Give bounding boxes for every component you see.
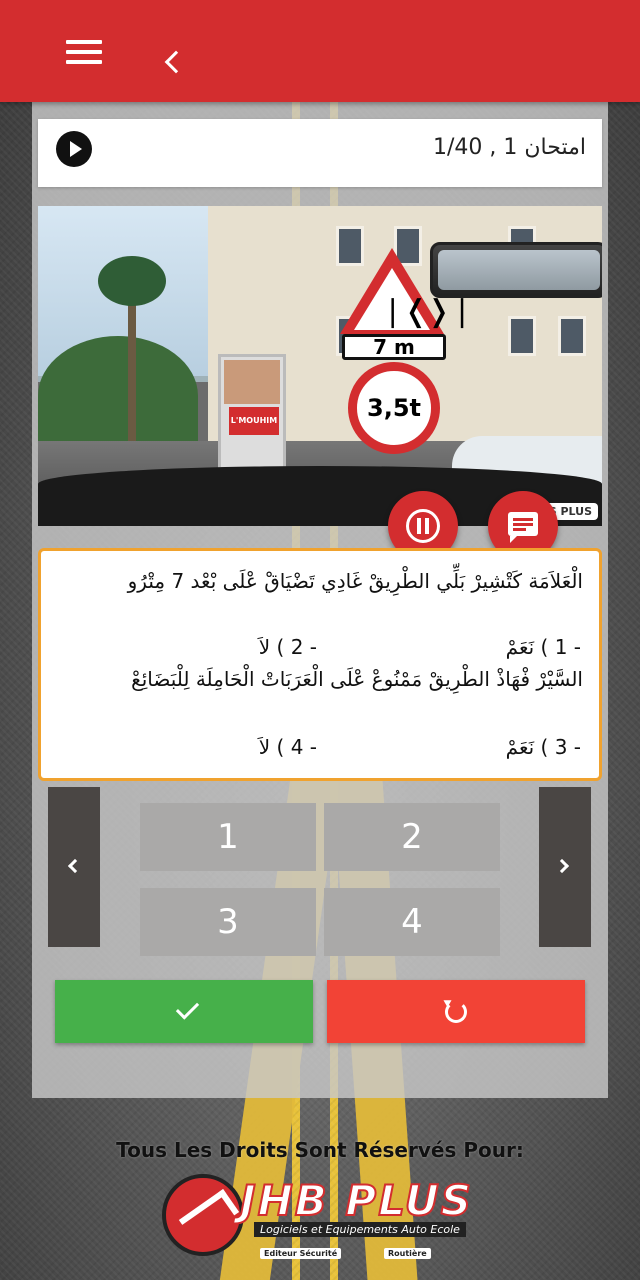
exam-header: امتحان 1 , 1/40 xyxy=(38,119,602,187)
logo-tag-left: Editeur Sécurité xyxy=(260,1248,342,1259)
logo-tag-right: Routière xyxy=(384,1248,431,1259)
question-statement-1: الْعَلاَمَة كَتْشِيرْ بَلِّي الطْرِيقْ غ… xyxy=(127,569,583,593)
chevron-left-icon[interactable] xyxy=(164,50,188,74)
rearview-mirror xyxy=(430,242,602,298)
billboard-text: L'MOUHIM xyxy=(229,407,279,435)
photo-palm-tree xyxy=(98,256,166,446)
photo-trees xyxy=(38,336,198,456)
building-window xyxy=(558,316,586,356)
reset-button[interactable] xyxy=(327,980,585,1043)
answer-option-1: - 1 ) نَعَمْ xyxy=(505,635,581,659)
building-window xyxy=(508,316,536,356)
chevron-left-icon xyxy=(67,858,83,874)
question-statement-2: السَّيْرْ فْهَاذْ الطْرِيقْ مَمْنُوعْ عْ… xyxy=(131,667,583,691)
answer-button-1[interactable]: 1 xyxy=(140,803,316,871)
question-box: الْعَلاَمَة كَتْشِيرْ بَلِّي الطْرِيقْ غ… xyxy=(38,548,602,781)
question-photo: L'MOUHIM ❘❬❭❘ 7 m 3,5t CODES PLUS xyxy=(38,206,602,526)
logo-brand-name: JHB PLUS xyxy=(239,1175,474,1226)
jhb-plus-logo: JHB PLUS Logiciels et Equipements Auto E… xyxy=(162,1172,478,1272)
copyright-text: Tous Les Droits Sont Réservés Pour: xyxy=(116,1138,524,1162)
confirm-button[interactable] xyxy=(55,980,313,1043)
answer-option-2: - 2 ) لاَ xyxy=(258,635,317,659)
exam-title: امتحان 1 , 1/40 xyxy=(433,135,586,160)
logo-road-icon xyxy=(162,1174,244,1256)
weight-limit-sign: 3,5t xyxy=(348,362,440,454)
logo-subtitle: Logiciels et Equipements Auto Ecole xyxy=(254,1222,466,1237)
next-question-button[interactable] xyxy=(539,787,591,947)
road-narrows-symbol: ❘❬❭❘ xyxy=(380,294,475,329)
photo-billboard: L'MOUHIM xyxy=(218,354,286,470)
play-circle-icon[interactable] xyxy=(56,131,92,167)
chat-message-icon xyxy=(508,512,538,543)
pause-bar xyxy=(425,518,429,534)
hamburger-menu-icon[interactable] xyxy=(66,40,102,66)
distance-plate: 7 m xyxy=(342,334,446,360)
answer-option-3: - 3 ) نَعَمْ xyxy=(505,735,581,759)
pause-circle-icon xyxy=(417,518,421,534)
billboard-image xyxy=(224,360,280,404)
previous-question-button[interactable] xyxy=(48,787,100,947)
answer-option-4: - 4 ) لاَ xyxy=(258,735,317,759)
chevron-right-icon xyxy=(554,858,570,874)
answer-button-4[interactable]: 4 xyxy=(324,888,500,956)
answer-button-3[interactable]: 3 xyxy=(140,888,316,956)
answer-button-2[interactable]: 2 xyxy=(324,803,500,871)
app-toolbar xyxy=(0,0,640,102)
